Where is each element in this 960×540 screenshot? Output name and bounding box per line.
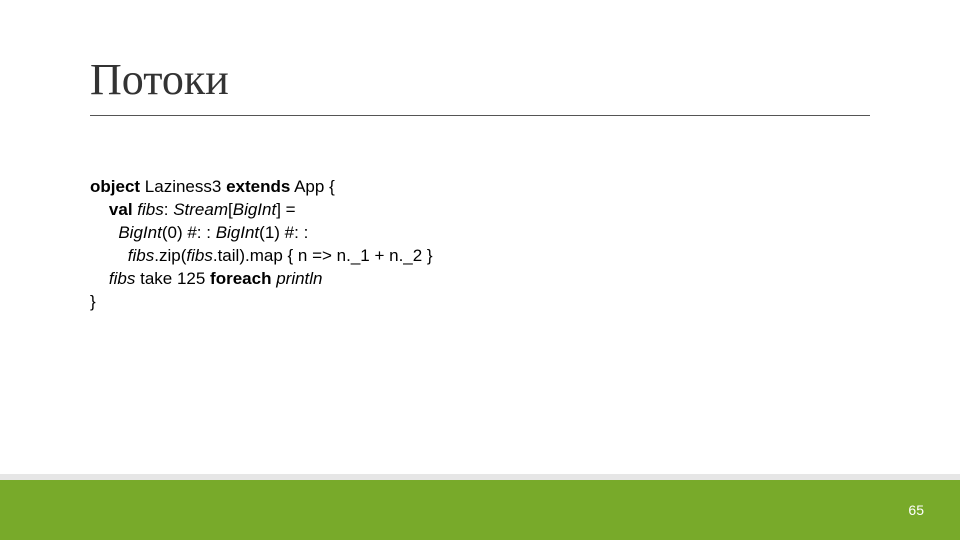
code-line-5: fibs take 125 foreach println <box>90 269 323 288</box>
slide: Потоки object Laziness3 extends App { va… <box>0 0 960 540</box>
code-block: object Laziness3 extends App { val fibs:… <box>90 176 433 314</box>
slide-title: Потоки <box>90 54 229 105</box>
code-line-6: } <box>90 292 96 311</box>
page-number: 65 <box>908 502 924 518</box>
code-line-1: object Laziness3 extends App { <box>90 177 335 196</box>
footer-bar: 65 <box>0 480 960 540</box>
code-line-3: BigInt(0) #: : BigInt(1) #: : <box>90 223 308 242</box>
code-line-4: fibs.zip(fibs.tail).map { n => n._1 + n.… <box>90 246 433 265</box>
code-line-2: val fibs: Stream[BigInt] = <box>90 200 296 219</box>
title-underline <box>90 115 870 116</box>
